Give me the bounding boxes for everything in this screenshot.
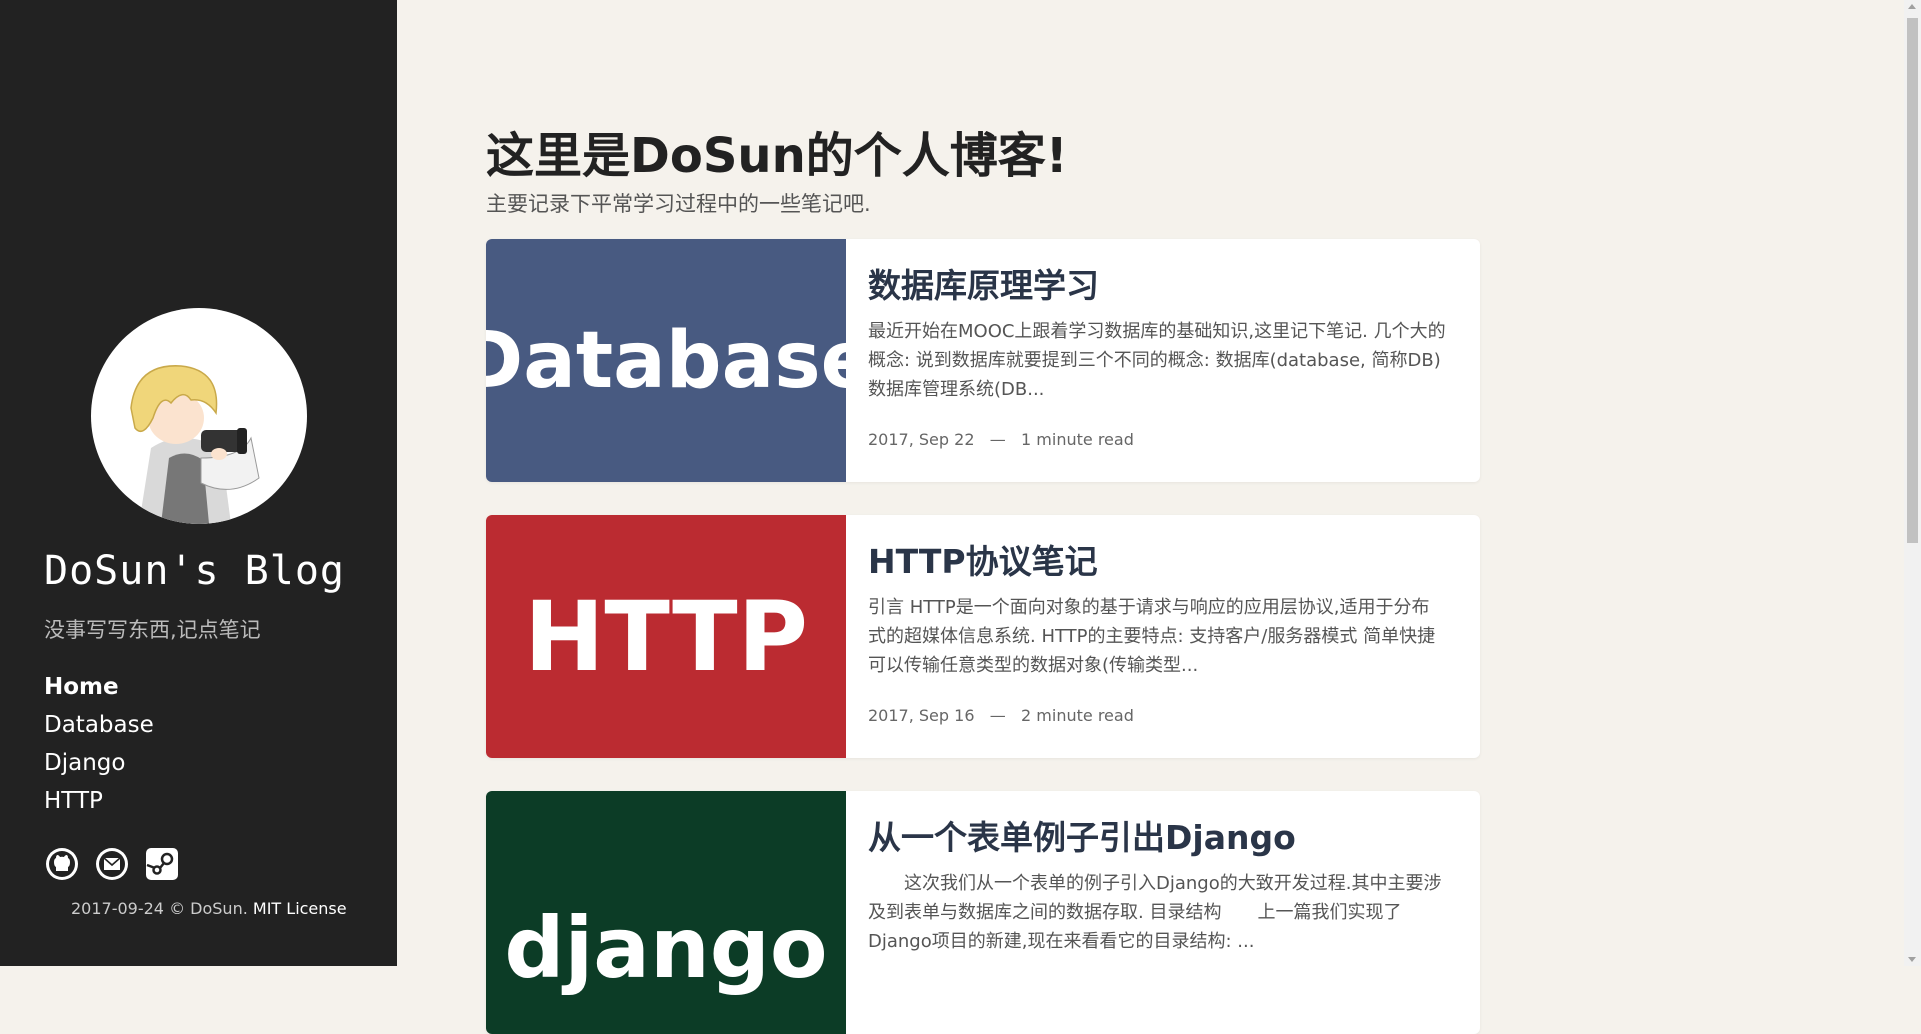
nav-item-http[interactable]: HTTP: [44, 782, 154, 820]
post-body: 从一个表单例子引出Django 这次我们从一个表单的例子引入Django的大致开…: [868, 811, 1446, 956]
thumbnail-text: Database: [486, 315, 874, 406]
post-date: 2017, Sep 22: [868, 430, 975, 449]
page-title: 这里是DoSun的个人博客!: [486, 128, 1068, 184]
steam-icon[interactable]: [144, 846, 180, 882]
avatar-illustration: [130, 365, 260, 524]
post-thumbnail[interactable]: django: [486, 791, 846, 1034]
meta-separator: —: [989, 430, 1006, 449]
post-meta: 2017, Sep 22 — 1 minute read: [868, 430, 1446, 449]
post-excerpt: 引言 HTTP是一个面向对象的基于请求与响应的应用层协议,适用于分布式的超媒体信…: [868, 597, 1436, 676]
page-subtitle: 主要记录下平常学习过程中的一些笔记吧.: [486, 192, 871, 216]
post-thumbnail[interactable]: Database: [486, 239, 874, 482]
post-excerpt: 最近开始在MOOC上跟着学习数据库的基础知识,这里记下笔记. 几个大的概念: 说…: [868, 321, 1446, 400]
post-title[interactable]: 从一个表单例子引出Django: [868, 811, 1446, 859]
thumbnail-text: django: [504, 898, 828, 997]
site-title[interactable]: DoSun's Blog: [44, 548, 345, 594]
nav-item-django[interactable]: Django: [44, 744, 154, 782]
post-meta: 2017, Sep 16 — 2 minute read: [868, 706, 1446, 725]
github-icon[interactable]: [44, 846, 80, 882]
mail-icon[interactable]: [94, 846, 130, 882]
scroll-thumb[interactable]: [1907, 18, 1918, 543]
scrollbar[interactable]: [1904, 0, 1921, 966]
scroll-down-arrow-icon[interactable]: [1908, 957, 1916, 962]
post-date: 2017, Sep 16: [868, 706, 975, 725]
post-title[interactable]: 数据库原理学习: [868, 259, 1446, 307]
nav-item-home[interactable]: Home: [44, 668, 154, 706]
post-title[interactable]: HTTP协议笔记: [868, 535, 1446, 583]
post-card-http[interactable]: HTTP HTTP协议笔记 引言 HTTP是一个面向对象的基于请求与响应的应用层…: [486, 515, 1480, 758]
post-thumbnail[interactable]: HTTP: [486, 515, 846, 758]
post-body: 数据库原理学习 最近开始在MOOC上跟着学习数据库的基础知识,这里记下笔记. 几…: [868, 259, 1446, 449]
social-links: [44, 846, 180, 882]
scroll-up-arrow-icon[interactable]: [1908, 4, 1916, 9]
meta-separator: —: [989, 706, 1006, 725]
post-read-time: 1 minute read: [1021, 430, 1134, 449]
post-card-django[interactable]: django 从一个表单例子引出Django 这次我们从一个表单的例子引入Dja…: [486, 791, 1480, 1034]
post-card-database[interactable]: Database 数据库原理学习 最近开始在MOOC上跟着学习数据库的基础知识,…: [486, 239, 1480, 482]
nav-item-database[interactable]: Database: [44, 706, 154, 744]
footer-text: 2017-09-24 © DoSun. MIT License: [71, 899, 347, 918]
license-link[interactable]: MIT License: [253, 899, 347, 918]
post-body: HTTP协议笔记 引言 HTTP是一个面向对象的基于请求与响应的应用层协议,适用…: [868, 535, 1446, 725]
footer-copyright: 2017-09-24 © DoSun.: [71, 899, 248, 918]
avatar[interactable]: [91, 308, 307, 524]
sidebar: DoSun's Blog 没事写写东西,记点笔记 Home Database D…: [0, 0, 397, 966]
post-read-time: 2 minute read: [1021, 706, 1134, 725]
site-description: 没事写写东西,记点笔记: [44, 618, 261, 642]
sidebar-nav: Home Database Django HTTP: [44, 668, 154, 820]
post-excerpt: 这次我们从一个表单的例子引入Django的大致开发过程.其中主要涉及到表单与数据…: [868, 873, 1442, 952]
thumbnail-text: HTTP: [524, 580, 808, 693]
